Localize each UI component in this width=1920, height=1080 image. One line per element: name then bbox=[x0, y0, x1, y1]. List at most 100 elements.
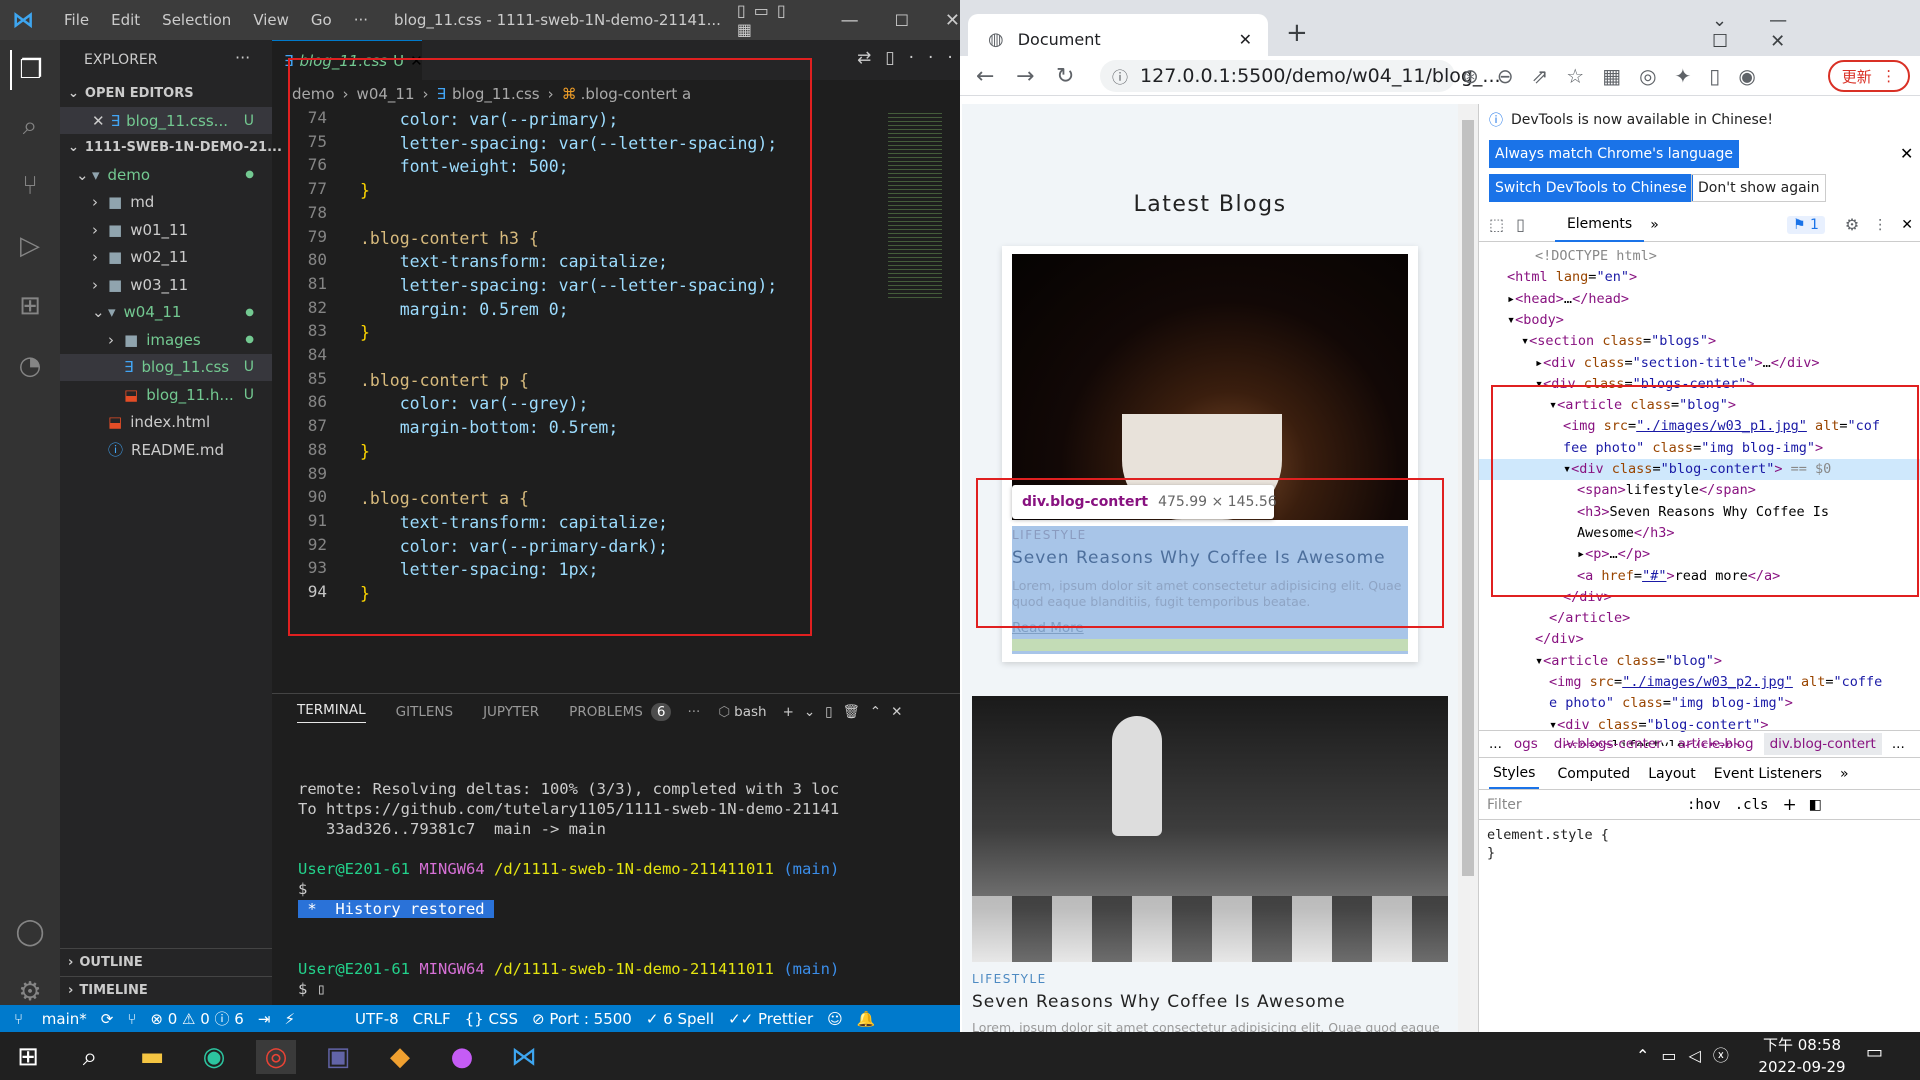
actions-icons[interactable]: +⌄▯🗑⌃✕ bbox=[783, 704, 913, 720]
tree-item[interactable]: › ■ w01_11 bbox=[60, 216, 272, 243]
tree-item[interactable]: › ■ w03_11 bbox=[60, 271, 272, 298]
address-bar[interactable]: ⓘ 127.0.0.1:5500/demo/w04_11/blog_... bbox=[1100, 60, 1501, 92]
tray-icons[interactable]: ⌃▭◁ⓧ bbox=[1636, 1042, 1741, 1066]
explorer-more-icon[interactable]: ··· bbox=[235, 48, 250, 67]
close-icon[interactable]: ✕ bbox=[92, 112, 105, 130]
tab-more[interactable]: » bbox=[1840, 766, 1849, 782]
port-status[interactable]: ⊘ Port : 5500 bbox=[532, 1010, 632, 1028]
tab-jupyter[interactable]: JUPYTER bbox=[483, 704, 539, 720]
edge-icon[interactable]: ◉ bbox=[194, 1040, 234, 1074]
forward-icon[interactable]: → bbox=[1016, 64, 1034, 89]
problems-status[interactable]: ⊗ 0 ⚠ 0 ⓘ 6 bbox=[150, 1008, 244, 1029]
dom-node[interactable]: ▸<head>…</head> bbox=[1479, 289, 1920, 310]
dom-node[interactable]: ▸<div class="section-title">…</div> bbox=[1479, 353, 1920, 374]
tab-event-listeners[interactable]: Event Listeners bbox=[1714, 766, 1822, 782]
teams-icon[interactable]: ▣ bbox=[318, 1040, 358, 1074]
dont-show-button[interactable]: Don't show again bbox=[1691, 174, 1827, 202]
open-editors-section[interactable]: ⌄ OPEN EDITORS bbox=[60, 80, 272, 107]
crumb[interactable]: ogs bbox=[1514, 736, 1538, 752]
dom-node[interactable]: ▾<article class="blog"> bbox=[1479, 651, 1920, 672]
more-icon[interactable]: ··· bbox=[687, 704, 700, 720]
feedback-icon[interactable]: ☺ bbox=[827, 1010, 843, 1028]
prettier-status[interactable]: ✓✓ Prettier bbox=[728, 1010, 813, 1028]
vscode-taskbar-icon[interactable]: ⋈ bbox=[504, 1040, 544, 1074]
search-icon[interactable]: ⌕ bbox=[10, 106, 50, 146]
menu-selection[interactable]: Selection bbox=[162, 11, 231, 29]
new-tab-button[interactable]: + bbox=[1286, 18, 1308, 48]
match-language-button[interactable]: Always match Chrome's language bbox=[1489, 140, 1739, 168]
reload-icon[interactable]: ↻ bbox=[1056, 64, 1074, 89]
close-tab-icon[interactable]: ✕ bbox=[1239, 30, 1252, 49]
dom-node[interactable]: ▾<body> bbox=[1479, 310, 1920, 331]
file-explorer-icon[interactable]: ▬ bbox=[132, 1040, 172, 1074]
terminal-output[interactable]: remote: Resolving deltas: 100% (3/3), co… bbox=[298, 759, 839, 1039]
crumb[interactable]: div.blogs-center bbox=[1554, 736, 1662, 752]
close-window-button[interactable]: ✕ bbox=[945, 10, 960, 31]
notification-bell-icon[interactable]: 🔔 bbox=[857, 1010, 876, 1028]
inspect-icon[interactable]: ⬚ bbox=[1489, 215, 1504, 234]
tree-item[interactable]: ⬓ blog_11.h... U bbox=[60, 381, 272, 408]
spell-status[interactable]: ✓ 6 Spell bbox=[646, 1010, 714, 1028]
editor-actions[interactable]: ⇄▯··· bbox=[857, 48, 967, 68]
tree-item[interactable]: › ■ md bbox=[60, 189, 272, 216]
menu-more[interactable]: ··· bbox=[354, 11, 368, 29]
dom-node[interactable]: e photo" class="img blog-img"> bbox=[1479, 693, 1920, 714]
issues-badge[interactable]: ⚑ 1 bbox=[1786, 215, 1825, 234]
language-status[interactable]: {} CSS bbox=[465, 1010, 518, 1028]
liveshare-icon[interactable]: ⇥ bbox=[258, 1010, 271, 1028]
maximize-button[interactable]: ☐ bbox=[895, 11, 909, 30]
kebab-icon[interactable]: ⋮ bbox=[1873, 217, 1887, 233]
tree-item[interactable]: ⓘ README.md bbox=[60, 436, 272, 463]
chrome-icon[interactable]: ◎ bbox=[256, 1040, 296, 1074]
git-icon[interactable]: ◆ bbox=[380, 1040, 420, 1074]
dom-node[interactable]: <html lang="en"> bbox=[1479, 267, 1920, 288]
branch-status[interactable]: ⑂ main* bbox=[14, 1010, 87, 1028]
menu-view[interactable]: View bbox=[253, 11, 289, 29]
open-editor-item[interactable]: ✕ ∃ blog_11.css... U bbox=[60, 107, 272, 134]
source-control-icon[interactable]: ⑂ bbox=[10, 166, 50, 206]
update-button[interactable]: 更新 ⋮ bbox=[1828, 60, 1910, 92]
menu-edit[interactable]: Edit bbox=[111, 11, 140, 29]
tab-styles[interactable]: Styles bbox=[1489, 759, 1540, 789]
filter-input[interactable]: Filter bbox=[1487, 797, 1677, 813]
windows-start-icon[interactable]: ⊞ bbox=[8, 1040, 48, 1074]
toolbar-icons[interactable]: ⊛⊖⇗☆▦◎✦▯◉ bbox=[1462, 64, 1774, 88]
layout-icons[interactable]: ▯▭▯ ▦ bbox=[737, 1, 811, 39]
timeline-section[interactable]: › TIMELINE bbox=[60, 976, 272, 1003]
search-icon[interactable]: ⌕ bbox=[70, 1040, 110, 1074]
shell-label[interactable]: bash bbox=[734, 704, 766, 720]
settings-gear-icon[interactable]: ⚙ bbox=[1845, 215, 1859, 234]
extensions-icon[interactable]: ⊞ bbox=[10, 286, 50, 326]
sync-status[interactable]: ⟳ bbox=[101, 1010, 114, 1028]
menu-go[interactable]: Go bbox=[311, 11, 332, 29]
tab-problems[interactable]: PROBLEMS bbox=[569, 704, 643, 720]
info-icon[interactable]: ⓘ bbox=[1112, 64, 1128, 88]
tree-item[interactable]: ⌄ ▾ demo ● bbox=[60, 161, 272, 188]
cls-toggle[interactable]: .cls bbox=[1735, 797, 1769, 813]
dom-node[interactable]: <!DOCTYPE html> bbox=[1479, 246, 1920, 267]
account-icon[interactable]: ◯ bbox=[10, 912, 50, 952]
app-balloon-icon[interactable]: ● bbox=[442, 1040, 482, 1074]
run-debug-icon[interactable]: ▷ bbox=[10, 226, 50, 266]
encoding-status[interactable]: UTF-8 bbox=[355, 1010, 399, 1028]
tab-layout[interactable]: Layout bbox=[1648, 766, 1696, 782]
tree-item[interactable]: ∃ blog_11.css U bbox=[60, 353, 272, 381]
notification-center-icon[interactable]: ▭ bbox=[1866, 1042, 1883, 1063]
explorer-icon[interactable]: ❐ bbox=[10, 50, 50, 90]
switch-chinese-button[interactable]: Switch DevTools to Chinese bbox=[1489, 174, 1693, 202]
workspace-root[interactable]: ⌄ 1111-SWEB-1N-DEMO-21... bbox=[60, 134, 282, 161]
page-scrollbar[interactable] bbox=[1458, 104, 1478, 1032]
minimize-button[interactable]: — bbox=[841, 10, 859, 31]
crumb-selected[interactable]: div.blog-contert bbox=[1763, 733, 1882, 755]
crumb[interactable]: ... bbox=[1892, 736, 1905, 752]
element-style-rule[interactable]: element.style {} bbox=[1487, 826, 1609, 862]
dom-node[interactable]: <img src="./images/w03_p2.jpg" alt="coff… bbox=[1479, 672, 1920, 693]
device-icon[interactable]: ▯ bbox=[1516, 215, 1525, 234]
more-tabs-icon[interactable]: » bbox=[1650, 217, 1659, 233]
minimap[interactable] bbox=[888, 110, 942, 300]
close-icon[interactable]: ✕ bbox=[1901, 217, 1913, 233]
dom-node[interactable]: ▾<section class="blogs"> bbox=[1479, 331, 1920, 352]
tab-elements[interactable]: Elements bbox=[1554, 208, 1645, 242]
tree-item[interactable]: › ■ images ● bbox=[60, 326, 272, 353]
tab-computed[interactable]: Computed bbox=[1557, 766, 1630, 782]
